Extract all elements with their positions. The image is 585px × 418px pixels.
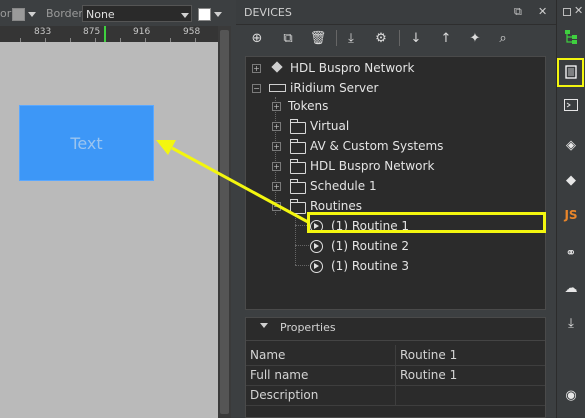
collapse-icon[interactable]: − (252, 84, 261, 93)
border-label: Border (46, 7, 83, 20)
device-settings-icon[interactable]: ⚙ (370, 28, 392, 48)
styles-icon[interactable]: ◆ (559, 168, 583, 192)
routine-icon (310, 240, 323, 253)
devices-title: DEVICES (244, 6, 292, 19)
property-value[interactable]: Routine 1 (400, 345, 457, 365)
tree-node-hdl-child[interactable]: + HDL Buspro Network (272, 157, 532, 175)
property-name: Description (250, 388, 319, 402)
project-tree-icon[interactable] (559, 25, 583, 49)
collapse-arrow-icon[interactable] (260, 323, 268, 328)
property-row[interactable]: Name Routine 1 (246, 345, 545, 366)
routine-highlight-box (307, 212, 546, 233)
tree-node-label: Tokens (288, 99, 329, 113)
search-icon[interactable]: ⌕ (492, 28, 514, 48)
close-icon[interactable]: ✕ (574, 4, 583, 17)
js-label: JS (564, 208, 578, 222)
text-item-label: Text (70, 133, 103, 153)
tree-node-virtual[interactable]: + Virtual (272, 117, 532, 135)
properties-header[interactable]: Properties (246, 318, 545, 341)
devices-tree: + HDL Buspro Network − iRidium Server + … (245, 56, 546, 310)
project-canvas[interactable] (0, 42, 218, 418)
modules-icon[interactable]: ⚭ (559, 241, 583, 265)
tree-node-schedule[interactable]: + Schedule 1 (272, 177, 532, 195)
download-icon[interactable]: ⤓ (559, 311, 583, 335)
folder-icon (290, 139, 306, 154)
tree-node-hdl-root[interactable]: + HDL Buspro Network (252, 59, 532, 77)
ruler-position-marker (104, 26, 106, 42)
restore-icon[interactable]: ⧉ (514, 5, 522, 19)
fill-color-swatch[interactable] (12, 8, 25, 21)
expand-icon[interactable]: + (272, 182, 281, 191)
routine-icon (310, 260, 323, 273)
expand-icon[interactable]: + (272, 142, 281, 151)
clean-icon[interactable]: ✦ (464, 28, 486, 48)
horizontal-ruler: 833 875 916 958 (0, 26, 218, 43)
cloud-icon[interactable]: ☁ (559, 276, 583, 300)
ruler-tick-label: 875 (83, 27, 101, 37)
folder-icon (290, 199, 306, 214)
tree-node-iridium-server[interactable]: − iRidium Server (252, 79, 532, 97)
move-up-icon[interactable]: ↑ (435, 28, 457, 48)
tree-node-av-custom[interactable]: + AV & Custom Systems (272, 137, 532, 155)
folder-icon (290, 179, 306, 194)
tree-node-routine[interactable]: (1) Routine 2 (310, 237, 530, 255)
folder-icon (290, 159, 306, 174)
tree-node-label: HDL Buspro Network (290, 61, 415, 75)
import-icon[interactable]: ⤓ (340, 28, 362, 48)
border-select[interactable]: None (82, 5, 192, 22)
folder-icon (290, 119, 306, 134)
delete-icon[interactable]: 🗑 (307, 28, 329, 48)
close-icon[interactable]: ✕ (538, 5, 547, 18)
move-down-icon[interactable]: ↓ (405, 28, 427, 48)
devices-icon[interactable] (559, 60, 583, 84)
ruler-tick-label: 916 (133, 27, 151, 37)
tree-node-label: (1) Routine 3 (331, 259, 410, 273)
expand-icon[interactable]: + (272, 122, 281, 131)
devices-header: DEVICES ⧉ ✕ (236, 0, 556, 25)
add-icon[interactable]: ⊕ (246, 28, 268, 48)
border-dropdown-icon[interactable] (181, 13, 189, 18)
expand-icon[interactable]: + (272, 162, 281, 171)
tree-node-tokens[interactable]: + Tokens (272, 97, 532, 115)
fill-dropdown-icon[interactable] (28, 12, 36, 17)
property-value[interactable]: Routine 1 (400, 365, 457, 385)
js-icon[interactable]: JS (559, 203, 583, 227)
hdl-device-icon (271, 61, 283, 73)
property-name: Full name (250, 368, 309, 382)
property-name: Name (250, 348, 286, 362)
restore-icon[interactable] (563, 8, 571, 16)
text-item-widget[interactable]: Text (19, 105, 154, 181)
property-row[interactable]: Description (246, 385, 545, 406)
scrollbar-thumb[interactable] (220, 30, 229, 414)
canvas-property-toolbar: or Border None (0, 0, 231, 26)
camera-icon[interactable]: ◉ (559, 383, 583, 407)
devices-toolbar: ⊕ ⧉ 🗑 ⤓ ⚙ ↓ ↑ ✦ ⌕ (236, 24, 556, 52)
properties-panel: Properties Name Routine 1 Full name Rout… (245, 317, 546, 418)
ruler-tick-label: 958 (183, 27, 201, 37)
tree-node-label: Schedule 1 (310, 179, 377, 193)
collapse-icon[interactable]: − (272, 202, 281, 211)
expand-icon[interactable]: + (272, 102, 281, 111)
tree-node-label: HDL Buspro Network (310, 159, 435, 173)
fill-label: or (0, 7, 12, 20)
gallery-icon[interactable]: ◈ (559, 133, 583, 157)
border-color-swatch[interactable] (198, 8, 211, 21)
expand-icon[interactable]: + (252, 64, 261, 73)
border-color-dropdown-icon[interactable] (214, 12, 222, 17)
tree-node-routine[interactable]: (1) Routine 3 (310, 257, 530, 275)
duplicate-icon[interactable]: ⧉ (277, 28, 299, 48)
tree-node-label: Virtual (310, 119, 350, 133)
tree-node-label: AV & Custom Systems (310, 139, 444, 153)
tree-node-label: (1) Routine 2 (331, 239, 410, 253)
properties-title: Properties (280, 321, 336, 334)
ruler-tick-label: 833 (34, 27, 52, 37)
server-icon (269, 84, 286, 92)
tree-node-label: iRidium Server (290, 81, 379, 95)
terminal-icon[interactable] (559, 93, 583, 117)
property-row[interactable]: Full name Routine 1 (246, 365, 545, 386)
